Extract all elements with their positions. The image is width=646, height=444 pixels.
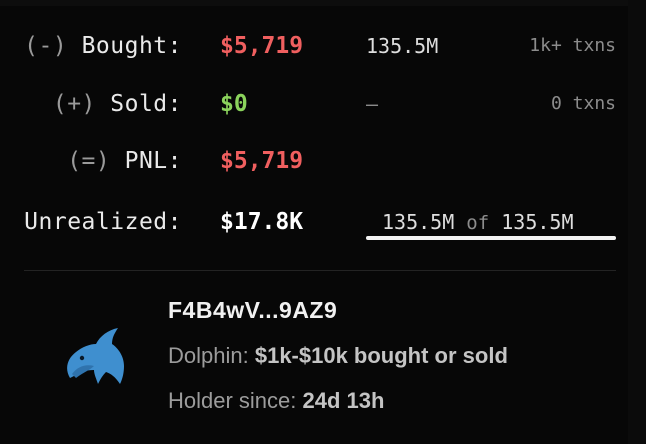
since-label: Holder since: bbox=[168, 388, 297, 413]
unrealized-label-text: Unrealized: bbox=[24, 209, 182, 235]
since-value: 24d 13h bbox=[302, 388, 385, 413]
sold-label: (+) Sold: bbox=[53, 86, 182, 122]
held-amount: 135.5M bbox=[382, 210, 455, 234]
unrealized-label: Unrealized: bbox=[24, 204, 182, 240]
tier-value: $1k-$10k bought or sold bbox=[254, 343, 508, 368]
bought-prefix: (-) bbox=[24, 33, 68, 59]
sold-amount: $0 bbox=[220, 91, 248, 117]
pnl-prefix: (=) bbox=[67, 148, 111, 174]
pnl-label: (=) PNL: bbox=[67, 143, 182, 179]
bought-txns: 1k+ txns bbox=[529, 35, 616, 56]
holdings-progress-fill bbox=[366, 236, 616, 240]
top-strip bbox=[0, 0, 646, 6]
holder-since: Holder since: 24d 13h bbox=[168, 388, 384, 414]
holdings-progress-bar bbox=[366, 236, 616, 240]
section-divider bbox=[24, 270, 616, 271]
holder-tier: Dolphin: $1k-$10k bought or sold bbox=[168, 343, 508, 369]
total-amount: 135.5M bbox=[501, 210, 574, 234]
scroll-edge bbox=[628, 0, 646, 444]
dolphin-icon bbox=[60, 322, 130, 392]
bought-label-text: Bought: bbox=[81, 33, 182, 59]
sold-label-text: Sold: bbox=[110, 91, 182, 117]
bought-tokens: 135.5M bbox=[366, 34, 439, 58]
pnl-row: (=) PNL: $5,719 bbox=[0, 143, 628, 179]
pnl-amount: $5,719 bbox=[220, 148, 304, 174]
of-separator: of bbox=[466, 212, 490, 234]
pnl-label-text: PNL: bbox=[124, 148, 182, 174]
holder-card: F4B4wV...9AZ9 Dolphin: $1k-$10k bought o… bbox=[0, 284, 628, 434]
sold-row: (+) Sold: $0 — 0 txns bbox=[0, 86, 628, 122]
wallet-address[interactable]: F4B4wV...9AZ9 bbox=[168, 297, 337, 324]
bought-label: (-) Bought: bbox=[24, 28, 182, 64]
bought-row: (-) Bought: $5,719 135.5M 1k+ txns bbox=[0, 28, 628, 64]
unrealized-amount: $17.8K bbox=[220, 209, 304, 235]
sold-tokens: — bbox=[366, 92, 379, 116]
tier-label: Dolphin: bbox=[168, 343, 249, 368]
sold-prefix: (+) bbox=[52, 91, 96, 117]
trader-pnl-panel: (-) Bought: $5,719 135.5M 1k+ txns (+) S… bbox=[0, 0, 646, 444]
sold-txns: 0 txns bbox=[550, 93, 616, 114]
unrealized-row: Unrealized: $17.8K 135.5M of 135.5M bbox=[0, 204, 628, 240]
bought-amount: $5,719 bbox=[220, 33, 304, 59]
